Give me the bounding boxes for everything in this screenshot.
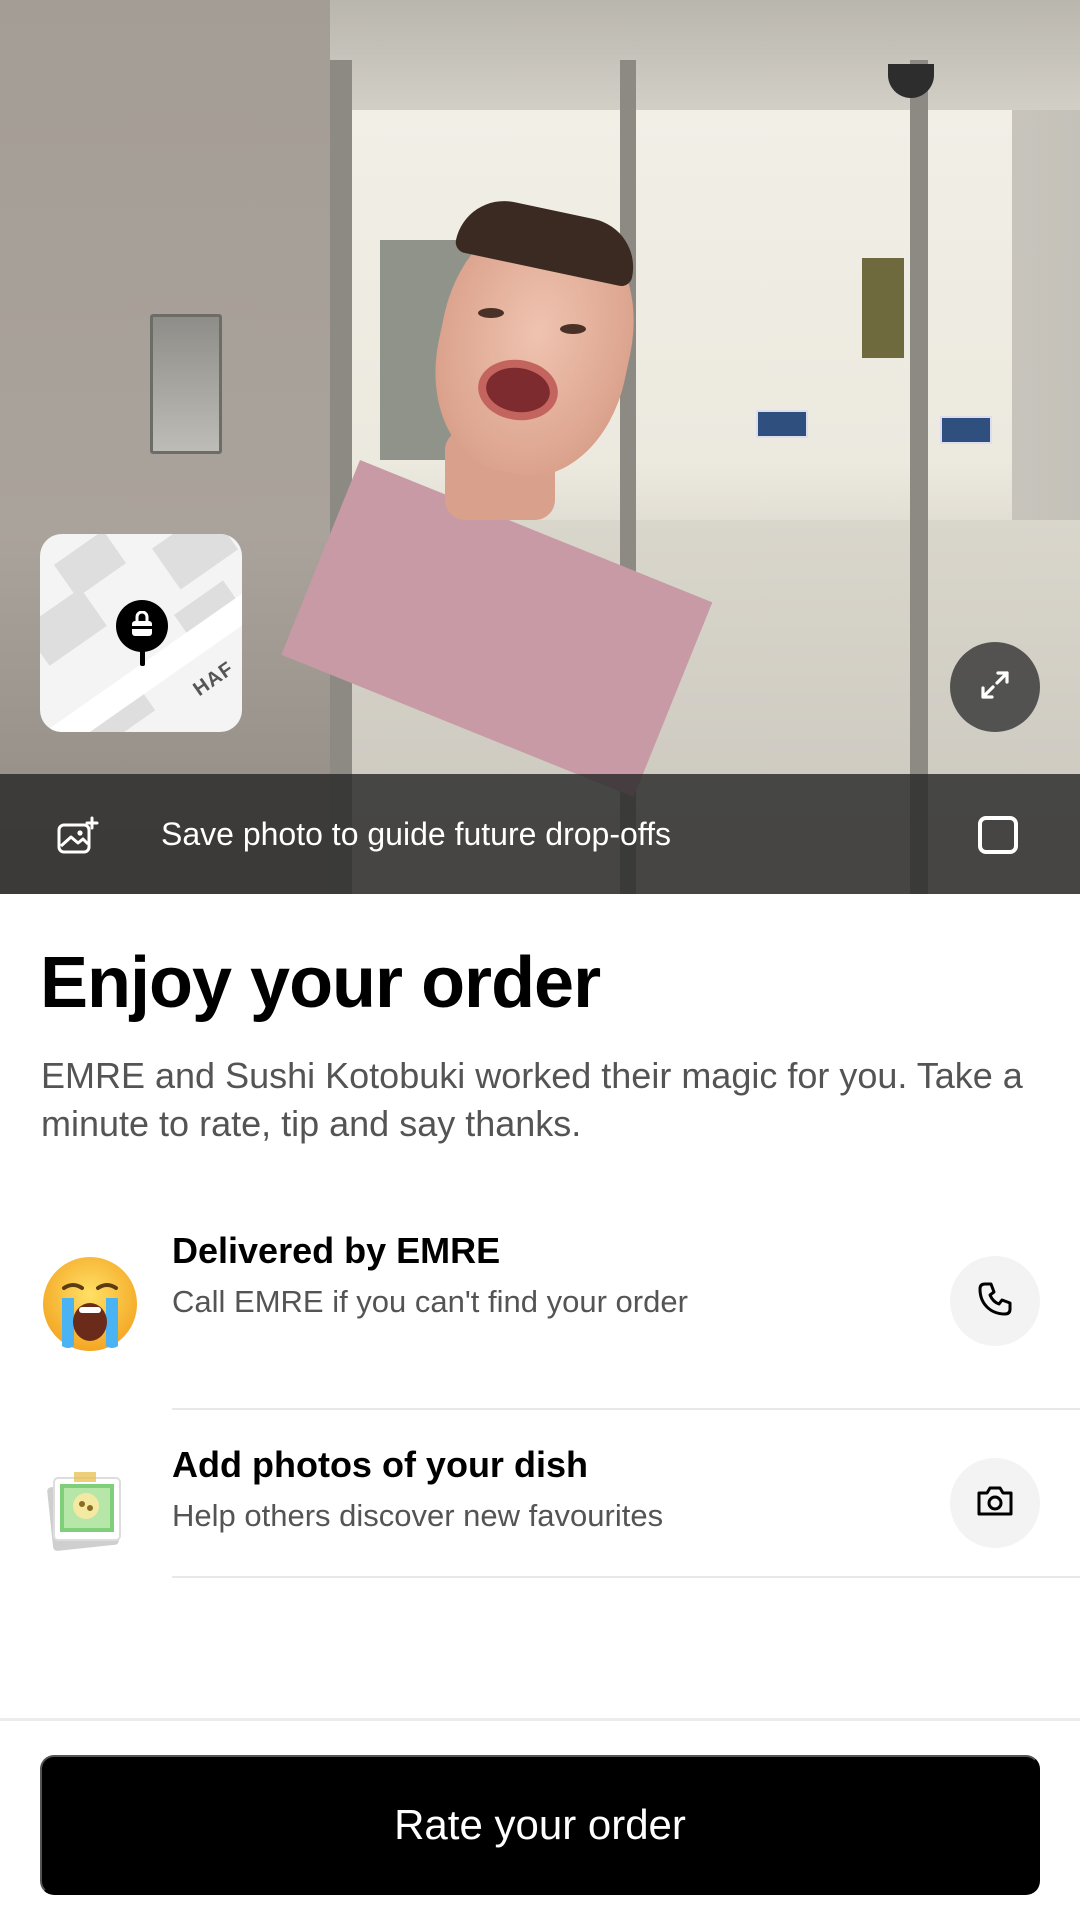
- bag-pin-icon: [116, 600, 168, 652]
- map-street-label: HAF: [189, 657, 239, 701]
- courier-row-subtitle: Call EMRE if you can't find your order: [172, 1284, 688, 1319]
- delivery-photo[interactable]: HAF Save photo to guide future drop-offs: [0, 0, 1080, 894]
- save-photo-bar[interactable]: Save photo to guide future drop-offs: [0, 774, 1080, 894]
- expand-icon: [977, 667, 1013, 708]
- expand-photo-button[interactable]: [950, 642, 1040, 732]
- page-title: Enjoy your order: [40, 943, 601, 1023]
- row-divider: [172, 1408, 1080, 1410]
- crying-face-emoji-icon: [40, 1254, 140, 1354]
- photo-of-dish-illustration-icon: [40, 1460, 140, 1560]
- save-photo-checkbox[interactable]: [978, 816, 1018, 854]
- photo-intercom: [150, 314, 222, 454]
- photo-person-eye: [478, 308, 504, 318]
- courier-row: Delivered by EMRE Call EMRE if you can't…: [0, 1210, 1080, 1390]
- save-photo-label: Save photo to guide future drop-offs: [161, 816, 671, 852]
- photo-door-frame: [910, 60, 928, 894]
- row-divider: [172, 1576, 1080, 1578]
- add-photos-row-title: Add photos of your dish: [172, 1444, 588, 1485]
- map-thumbnail[interactable]: HAF: [40, 534, 242, 732]
- photo-person: [281, 191, 720, 798]
- photo-painting: [862, 258, 904, 358]
- add-photos-row[interactable]: Add photos of your dish Help others disc…: [0, 1430, 1080, 1610]
- add-photos-row-subtitle: Help others discover new favourites: [172, 1498, 664, 1533]
- map-block: [151, 534, 239, 590]
- photo-person-eye: [560, 324, 586, 334]
- photo-door-frame-top: [330, 0, 1080, 110]
- photo-exit-sign: [940, 416, 992, 444]
- rate-order-button[interactable]: Rate your order: [40, 1755, 1040, 1895]
- map-block: [40, 588, 107, 666]
- map-block: [53, 534, 127, 598]
- add-photo-button[interactable]: [950, 1458, 1040, 1548]
- footer-separator: [0, 1718, 1080, 1721]
- image-add-icon: [56, 816, 100, 856]
- page-subtitle: EMRE and Sushi Kotobuki worked their mag…: [41, 1055, 1023, 1144]
- courier-row-title: Delivered by EMRE: [172, 1230, 501, 1271]
- call-courier-button[interactable]: [950, 1256, 1040, 1346]
- camera-icon: [975, 1483, 1015, 1524]
- photo-exit-sign: [756, 410, 808, 438]
- phone-icon: [976, 1280, 1014, 1323]
